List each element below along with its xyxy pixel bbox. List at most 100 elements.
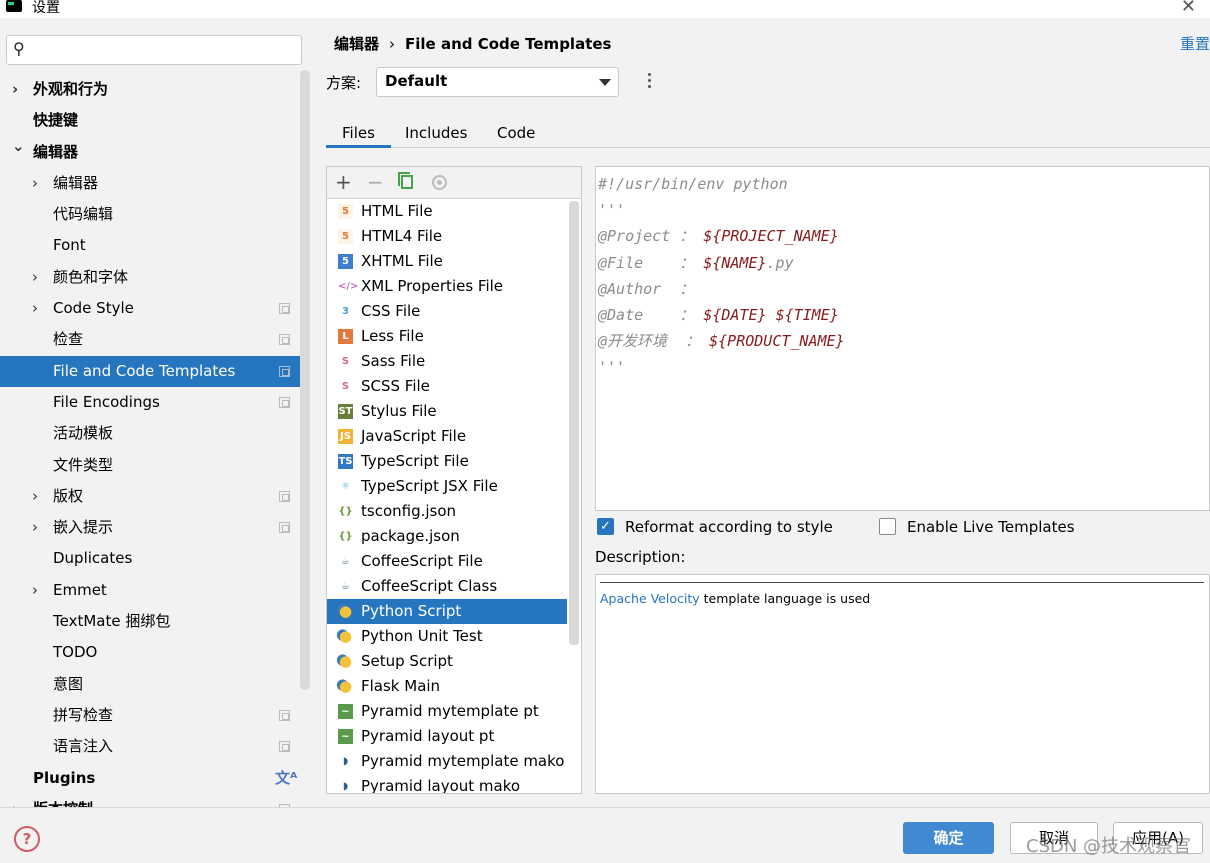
ok-button[interactable]: 确定 xyxy=(903,822,994,854)
chevron-right-icon[interactable]: › xyxy=(32,293,38,324)
settings-tree: › 外观和行为 快捷键 ⌄ 编辑器 › 编辑器 代码编辑 Font › 颜色和字体 › Code Sty… xyxy=(0,74,300,807)
template-variable: ${TIME} xyxy=(775,305,839,324)
template-list-item[interactable]: ☕ CoffeeScript File xyxy=(327,549,567,574)
code-line: #!/usr/bin/env python xyxy=(598,171,1207,197)
template-list-item[interactable]: </> XML Properties File xyxy=(327,274,567,299)
sidebar-item-label: 版本控制 xyxy=(33,794,93,807)
live-templates-checkbox[interactable] xyxy=(879,518,896,535)
close-icon[interactable]: ✕ xyxy=(1181,0,1196,17)
sidebar-item[interactable]: › 编辑器 xyxy=(0,168,300,199)
list-scrollbar[interactable] xyxy=(569,201,579,645)
template-code-editor[interactable]: #!/usr/bin/env python ''' @Project ： ${PRO… xyxy=(595,166,1210,511)
template-list-item[interactable]: ⚛ TypeScript JSX File xyxy=(327,474,567,499)
tab-files[interactable]: Files xyxy=(326,116,391,148)
remove-icon[interactable]: − xyxy=(367,170,384,194)
template-list-item[interactable]: ST Stylus File xyxy=(327,399,567,424)
template-list-item[interactable]: {} tsconfig.json xyxy=(327,499,567,524)
settings-search-input[interactable] xyxy=(37,40,297,60)
sidebar-item[interactable]: Font xyxy=(0,230,300,261)
chevron-right-icon[interactable]: › xyxy=(32,168,38,199)
template-list-item[interactable]: 5 XHTML File xyxy=(327,249,567,274)
sidebar-item[interactable]: › 颜色和字体 xyxy=(0,262,300,293)
sidebar-item-label: 检查 xyxy=(53,330,84,349)
chevron-right-icon[interactable]: › xyxy=(32,481,38,512)
chevron-right-icon[interactable]: › xyxy=(32,512,38,543)
add-icon[interactable]: + xyxy=(335,170,352,194)
template-list-item[interactable]: L Less File xyxy=(327,324,567,349)
copy-template-icon[interactable] xyxy=(398,172,413,189)
tab-includes[interactable]: Includes xyxy=(389,116,483,148)
chevron-down-icon[interactable]: ⌄ xyxy=(12,131,25,162)
settings-search-box[interactable]: ⚲ xyxy=(6,35,302,65)
sidebar-item[interactable]: › Code Style xyxy=(0,293,300,324)
reset-link[interactable]: 重置 xyxy=(1180,33,1210,54)
sidebar-item[interactable]: Duplicates xyxy=(0,543,300,574)
sidebar-item-label: TODO xyxy=(53,643,98,662)
reformat-checkbox[interactable]: ✓ xyxy=(597,518,614,535)
template-list-item[interactable]: 3 CSS File xyxy=(327,299,567,324)
sidebar-item[interactable]: 活动模板 xyxy=(0,418,300,449)
sidebar-item[interactable]: 快捷键 xyxy=(0,105,300,136)
chevron-right-icon[interactable]: › xyxy=(32,262,38,293)
help-icon[interactable]: ? xyxy=(14,826,40,852)
sidebar-item[interactable]: TextMate 捆绑包 xyxy=(0,606,300,637)
more-options-icon[interactable] xyxy=(645,70,659,94)
code-text: ： xyxy=(679,253,704,272)
template-list-item[interactable]: ● Python Unit Test xyxy=(327,624,567,649)
template-list-item[interactable]: 5 HTML4 File xyxy=(327,224,567,249)
template-list-item[interactable]: JS JavaScript File xyxy=(327,424,567,449)
template-list-item[interactable]: ● Setup Script xyxy=(327,649,567,674)
sidebar-item[interactable]: › 版本控制 xyxy=(0,794,300,807)
sidebar-item[interactable]: File Encodings xyxy=(0,387,300,418)
template-list-item[interactable]: ● Flask Main xyxy=(327,674,567,699)
chevron-right-icon[interactable]: › xyxy=(32,575,38,606)
sidebar-item[interactable]: 拼写检查 xyxy=(0,700,300,731)
project-scope-icon xyxy=(279,334,290,346)
sidebar-item[interactable]: › 版权 xyxy=(0,481,300,512)
template-list-item[interactable]: ~ Pyramid layout pt xyxy=(327,724,567,749)
reformat-label: Reformat according to style xyxy=(625,518,833,536)
sidebar-item[interactable]: TODO xyxy=(0,637,300,668)
template-list-item[interactable]: ● Python Script xyxy=(327,599,567,624)
scheme-select[interactable]: Default xyxy=(376,67,619,97)
tab-code[interactable]: Code xyxy=(481,116,551,148)
sidebar-item[interactable]: 意图 xyxy=(0,669,300,700)
live-templates-option[interactable]: Enable Live Templates xyxy=(879,515,1079,539)
template-list-item-label: HTML4 File xyxy=(361,227,443,245)
live-templates-label: Enable Live Templates xyxy=(907,518,1075,536)
sidebar-item[interactable]: › 嵌入提示 xyxy=(0,512,300,543)
template-variable: ${NAME} xyxy=(703,253,767,272)
template-list-item[interactable]: TS TypeScript File xyxy=(327,449,567,474)
react-icon: ⚛ xyxy=(341,481,350,492)
sidebar-item[interactable]: › 外观和行为 xyxy=(0,74,300,105)
template-list-item[interactable]: S Sass File xyxy=(327,349,567,374)
sidebar-item[interactable]: 检查 xyxy=(0,324,300,355)
sidebar-item[interactable]: › Emmet xyxy=(0,575,300,606)
reformat-option[interactable]: ✓ Reformat according to style xyxy=(597,515,837,539)
mako-icon: ◗ xyxy=(342,756,349,767)
template-list-item[interactable]: {} package.json xyxy=(327,524,567,549)
python-icon: ● xyxy=(338,652,353,670)
sidebar-item[interactable]: 语言注入 xyxy=(0,731,300,762)
template-list-item[interactable]: 5 HTML File xyxy=(327,199,567,224)
apache-velocity-link[interactable]: Apache Velocity xyxy=(600,591,700,606)
sidebar-item[interactable]: 代码编辑 xyxy=(0,199,300,230)
sidebar-scrollbar[interactable] xyxy=(300,70,310,690)
template-list-item[interactable]: S SCSS File xyxy=(327,374,567,399)
sidebar-item[interactable]: File and Code Templates xyxy=(0,355,300,387)
sidebar-item-label: 意图 xyxy=(53,674,84,693)
sidebar-item[interactable]: ⌄ 编辑器 xyxy=(0,137,300,168)
reset-to-default-icon[interactable] xyxy=(432,175,447,190)
code-text: @File xyxy=(598,253,680,272)
code-text: @Date xyxy=(598,305,680,324)
sidebar-item[interactable]: Plugins 文ᴬ xyxy=(0,763,300,794)
sidebar-item[interactable]: 文件类型 xyxy=(0,450,300,481)
template-list-item[interactable]: ◗ Pyramid layout mako xyxy=(327,774,567,793)
code-text: ： xyxy=(679,227,704,246)
template-list-item-label: Pyramid mytemplate pt xyxy=(361,702,539,720)
chevron-right-icon[interactable]: › xyxy=(12,74,18,105)
chevron-right-icon[interactable]: › xyxy=(12,794,18,807)
template-list-item[interactable]: ◗ Pyramid mytemplate mako xyxy=(327,749,567,774)
template-list-item[interactable]: ~ Pyramid mytemplate pt xyxy=(327,699,567,724)
template-list-item[interactable]: ☕ CoffeeScript Class xyxy=(327,574,567,599)
